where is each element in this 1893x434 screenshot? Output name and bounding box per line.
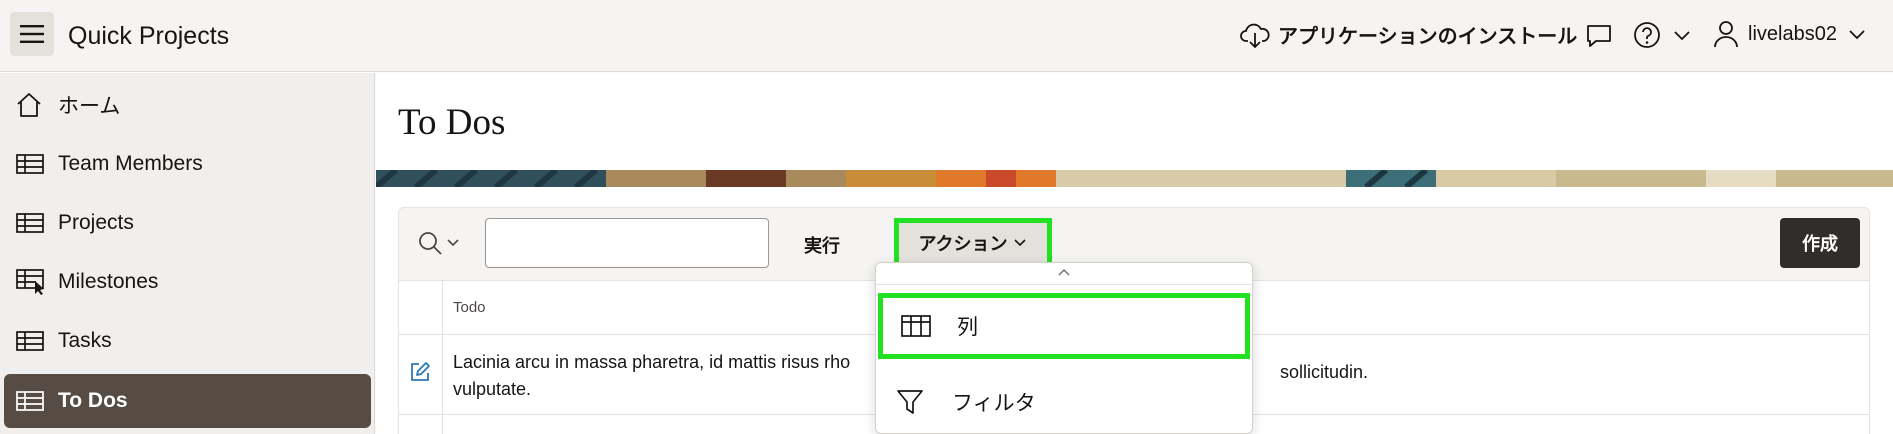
page-title: To Dos: [398, 102, 506, 143]
hamburger-icon: [20, 25, 44, 43]
navigation-sidebar: ホーム Team Members Projects Milestones Tas…: [0, 73, 375, 434]
sidebar-item-home[interactable]: ホーム: [4, 78, 371, 132]
help-icon: [1634, 22, 1660, 48]
actions-dropdown-menu: 列 フィルタ: [875, 262, 1254, 434]
search-icon: [419, 232, 442, 255]
app-title[interactable]: Quick Projects: [68, 22, 229, 51]
home-icon: [16, 92, 48, 118]
edit-row-button[interactable]: [409, 361, 431, 388]
edit-icon: [411, 362, 430, 381]
sidebar-item-label: Milestones: [58, 270, 159, 293]
filter-icon: [896, 388, 928, 416]
install-app-label: アプリケーションのインストール: [1278, 24, 1578, 48]
column-header-todo[interactable]: Todo: [453, 299, 486, 316]
sidebar-item-label: To Dos: [58, 389, 128, 412]
app-header: Quick Projects アプリケーションのインストール livelabs0…: [0, 0, 1893, 72]
menu-item-filter[interactable]: フィルタ: [878, 369, 1250, 434]
sidebar-item-tasks[interactable]: Tasks: [4, 314, 371, 368]
todo-text-tail: sollicitudin.: [1280, 362, 1369, 382]
create-button[interactable]: 作成: [1780, 218, 1860, 268]
columns-icon: [901, 315, 933, 337]
menu-item-label: フィルタ: [952, 392, 1036, 415]
install-app-button[interactable]: アプリケーションのインストール: [1240, 20, 1577, 49]
actions-menu-button[interactable]: アクション: [894, 218, 1052, 268]
user-icon: [1714, 21, 1738, 48]
menu-item-columns[interactable]: 列: [878, 293, 1250, 359]
table-cursor-icon: [16, 269, 48, 295]
sidebar-item-team-members[interactable]: Team Members: [4, 137, 371, 191]
user-menu-button[interactable]: livelabs02: [1714, 20, 1867, 48]
user-name: livelabs02: [1748, 22, 1837, 45]
sidebar-item-to-dos[interactable]: To Dos: [4, 374, 371, 428]
menu-divider: [876, 284, 1254, 285]
cloud-download-icon: [1240, 23, 1270, 48]
table-icon: [16, 388, 48, 414]
table-icon: [16, 210, 48, 236]
table-icon: [16, 151, 48, 177]
menu-item-label: 列: [957, 316, 978, 339]
help-menu-button[interactable]: [1632, 20, 1692, 50]
chevron-down-icon: [447, 239, 459, 247]
chevron-down-icon: [1849, 30, 1865, 40]
search-input[interactable]: [485, 218, 769, 268]
sidebar-item-label: Tasks: [58, 329, 112, 352]
search-column-selector[interactable]: [417, 230, 461, 256]
table-icon: [16, 328, 48, 354]
chevron-down-icon: [1013, 239, 1026, 247]
sidebar-item-projects[interactable]: Projects: [4, 196, 371, 250]
feedback-button[interactable]: [1584, 22, 1614, 50]
sidebar-item-label: ホーム: [58, 95, 121, 118]
go-button[interactable]: 実行: [804, 232, 840, 258]
menu-toggle-button[interactable]: [10, 12, 54, 56]
sidebar-item-label: Team Members: [58, 152, 203, 175]
sidebar-item-label: Projects: [58, 211, 134, 234]
decorative-banner: [376, 170, 1893, 187]
actions-label: アクション: [918, 234, 1008, 255]
chat-icon: [1587, 25, 1611, 47]
chevron-down-icon: [1674, 31, 1690, 41]
chevron-up-icon: [1058, 269, 1070, 276]
sidebar-item-milestones[interactable]: Milestones: [4, 255, 371, 309]
